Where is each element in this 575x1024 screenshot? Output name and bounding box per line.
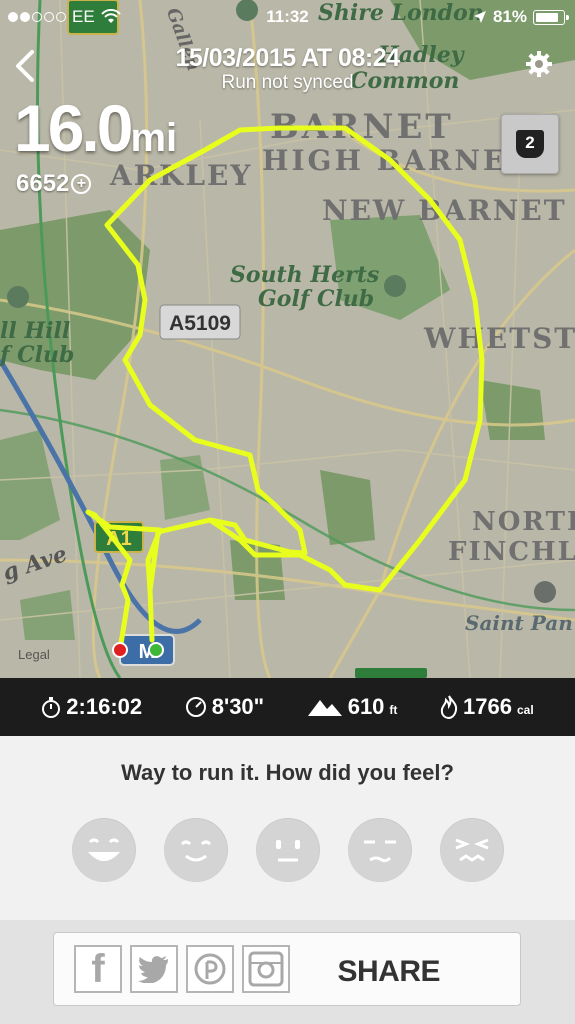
svg-text:NORTH: NORTH — [472, 507, 575, 537]
svg-text:WHETSTO: WHETSTO — [423, 322, 575, 355]
feeling-question: Way to run it. How did you feel? — [121, 760, 454, 785]
road-label-a5109: A5109 — [169, 312, 231, 335]
pace-value: 8'30" — [211, 694, 265, 719]
share-bar: f SHARE — [0, 920, 575, 1024]
svg-text:Saint Pan: Saint Pan — [465, 611, 573, 635]
route-end-marker — [112, 642, 128, 658]
svg-text:f Club: f Club — [0, 342, 74, 368]
feeling-options — [72, 818, 504, 882]
run-datetime: 15/03/2015 AT 08:24 — [175, 44, 401, 72]
share-button[interactable]: f SHARE — [53, 932, 521, 1006]
meh-face-icon[interactable] — [348, 818, 412, 882]
happy-face-icon[interactable] — [164, 818, 228, 882]
fuel-points: 6652 + — [16, 170, 92, 198]
twitter-icon[interactable] — [130, 945, 178, 993]
stopwatch-icon — [42, 697, 61, 718]
speedometer-icon — [185, 697, 206, 717]
run-distance: 16.0mi — [14, 90, 177, 166]
svg-text:South Herts: South Herts — [230, 262, 379, 288]
stats-bar: 2:16:02 8'30" 610 ft 1766 cal — [0, 678, 575, 736]
route-start-marker — [148, 642, 164, 658]
elevation-unit: ft — [389, 703, 398, 717]
battery-percent: 81% — [492, 7, 527, 26]
very-happy-face-icon[interactable] — [72, 818, 136, 882]
legal-link[interactable]: Legal — [18, 647, 50, 662]
mountain-icon — [307, 700, 342, 716]
plus-circle-icon: + — [71, 174, 92, 194]
shield-icon: 2 — [516, 130, 544, 158]
share-label: SHARE — [337, 955, 440, 988]
distance-value: 16.0 — [14, 91, 133, 165]
calories-unit: cal — [516, 703, 534, 717]
lap-count-badge[interactable]: 2 — [501, 114, 559, 174]
elevation-value: 610 — [347, 694, 385, 719]
svg-text:HIGH BARNET: HIGH BARNET — [262, 144, 531, 177]
stat-pace: 8'30" — [185, 694, 264, 720]
pinterest-icon[interactable] — [186, 945, 234, 993]
location-arrow-icon — [473, 11, 486, 23]
route-map[interactable]: BARNET HIGH BARNET ARKLEY NEW BARNET WHE… — [0, 0, 575, 678]
battery-icon — [533, 9, 569, 25]
duration-value: 2:16:02 — [66, 694, 143, 719]
neutral-face-icon[interactable] — [256, 818, 320, 882]
stat-calories: 1766 cal — [440, 694, 534, 720]
flame-icon — [440, 695, 458, 719]
stat-elevation: 610 ft — [307, 694, 398, 720]
status-bar: EE 11:32 81% — [0, 0, 575, 34]
instagram-icon[interactable] — [242, 945, 290, 993]
svg-text:ll Hill: ll Hill — [0, 318, 70, 344]
stat-duration: 2:16:02 — [41, 694, 142, 720]
distance-unit: mi — [130, 116, 178, 160]
svg-text:FINCHLE: FINCHLE — [448, 537, 575, 567]
bad-face-icon[interactable] — [440, 818, 504, 882]
svg-text:Golf Club: Golf Club — [258, 286, 374, 312]
fuel-value: 6652 — [16, 170, 70, 197]
gear-icon[interactable] — [525, 50, 553, 78]
calories-value: 1766 — [463, 694, 512, 719]
facebook-icon[interactable]: f — [74, 945, 122, 993]
feeling-panel: Way to run it. How did you feel? — [0, 736, 575, 920]
